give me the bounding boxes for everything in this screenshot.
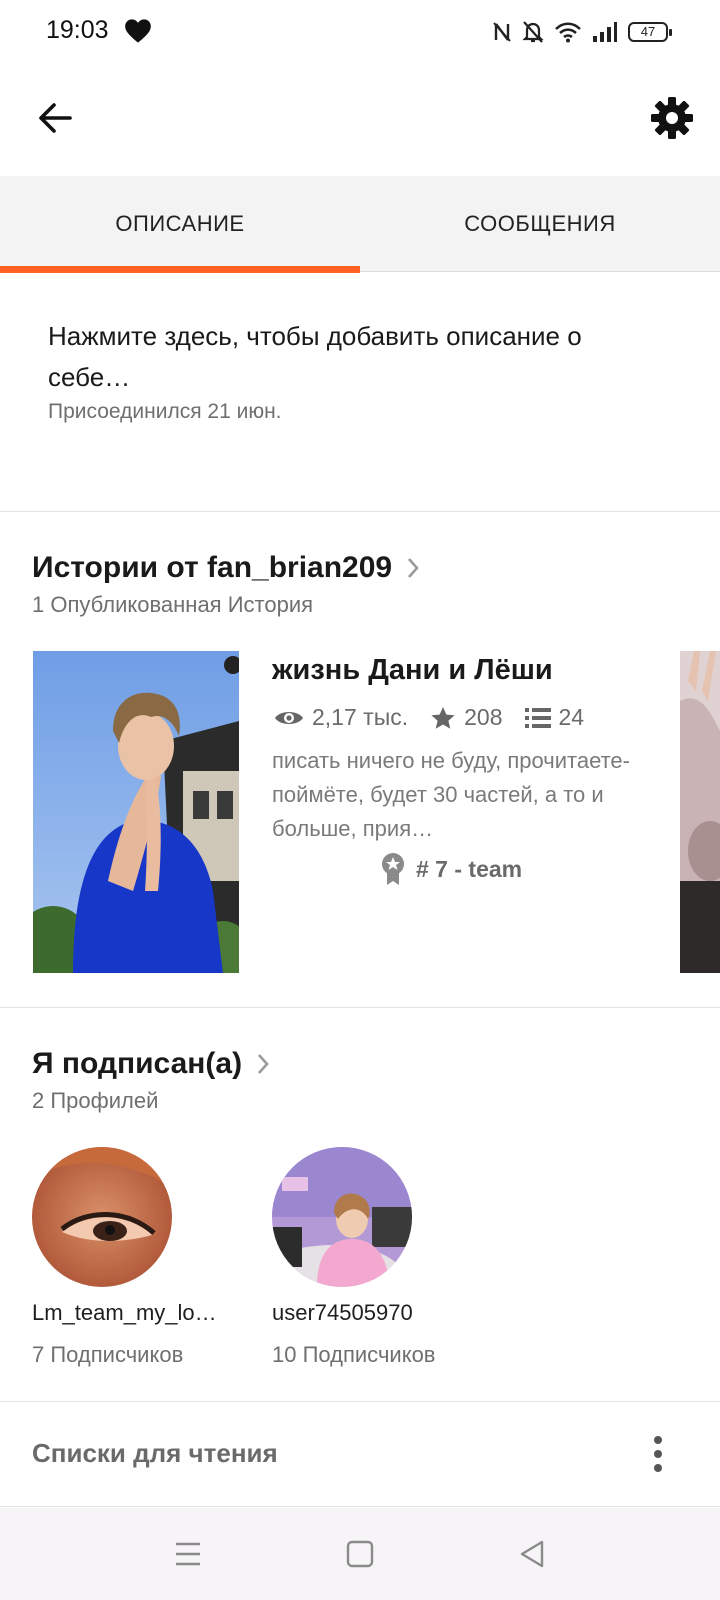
- following-section-header[interactable]: Я подписан(а): [32, 1047, 270, 1081]
- tab-messages[interactable]: СООБЩЕНИЯ: [360, 176, 720, 272]
- status-bar: 19:03 47: [0, 0, 720, 64]
- wifi-icon: [555, 22, 581, 43]
- following-count: 2 Профилей: [32, 1088, 159, 1113]
- profile-name[interactable]: Lm_team_my_lo…: [32, 1300, 232, 1326]
- chevron-right-icon: [408, 558, 419, 578]
- divider: [0, 511, 720, 512]
- story-cover-image[interactable]: [33, 651, 239, 973]
- eye-icon: [275, 711, 303, 724]
- app-header: [0, 64, 720, 176]
- arrow-left-icon[interactable]: [34, 96, 78, 140]
- story-reads-count: 2,17 тыс.: [312, 704, 409, 730]
- status-time: 19:03: [46, 16, 109, 44]
- reading-lists-label: Списки для чтения: [32, 1438, 278, 1468]
- nfc-icon: [493, 22, 511, 42]
- profile-followers: 10 Подписчиков: [272, 1342, 436, 1367]
- reading-lists-row[interactable]: Списки для чтения: [0, 1402, 720, 1506]
- gear-icon[interactable]: [648, 94, 696, 142]
- list-icon: [524, 707, 551, 728]
- back-triangle-icon[interactable]: [510, 1532, 554, 1576]
- award-ribbon-icon: [382, 853, 404, 885]
- avatar[interactable]: [272, 1147, 412, 1287]
- battery-icon: 47: [628, 22, 672, 42]
- chevron-right-icon: [258, 1054, 269, 1074]
- stories-count: 1 Опубликованная История: [32, 592, 314, 617]
- star-icon: [431, 706, 455, 729]
- divider: [0, 1007, 720, 1008]
- story-title[interactable]: жизнь Дани и Лёши: [272, 654, 553, 687]
- story-rank-label: # 7 - team: [416, 855, 523, 882]
- story-votes: 208: [430, 704, 503, 731]
- profile-followers: 7 Подписчиков: [32, 1342, 184, 1367]
- tab-description[interactable]: ОПИСАНИЕ: [0, 176, 360, 273]
- about-section: Нажмите здесь, чтобы добавить описание о…: [0, 272, 720, 512]
- joined-date: Присоединился 21 июн.: [48, 400, 282, 423]
- more-vertical-icon[interactable]: [646, 1432, 670, 1476]
- signal-icon: [593, 22, 617, 42]
- profile-name[interactable]: user74505970: [272, 1300, 472, 1326]
- menu-icon[interactable]: [166, 1532, 210, 1576]
- story-reads: 2,17 тыс.: [274, 704, 408, 731]
- story-rank: # 7 - team: [380, 852, 522, 886]
- story-votes-count: 208: [464, 704, 503, 730]
- avatar[interactable]: [32, 1147, 172, 1287]
- story-parts: 24: [524, 704, 585, 731]
- profile-tabs: ОПИСАНИЕ СООБЩЕНИЯ: [0, 176, 720, 273]
- divider: [0, 1506, 720, 1507]
- story-stats: 2,17 тыс. 208 24: [274, 704, 606, 731]
- stories-section-title: Истории от fan_brian209: [32, 551, 393, 584]
- stories-section-header[interactable]: Истории от fan_brian209: [32, 551, 420, 585]
- story-cover-image-next[interactable]: [680, 651, 720, 973]
- home-square-icon[interactable]: [338, 1532, 382, 1576]
- story-parts-count: 24: [558, 704, 585, 730]
- about-description-placeholder[interactable]: Нажмите здесь, чтобы добавить описание о…: [48, 316, 668, 398]
- following-section-title: Я подписан(а): [32, 1047, 243, 1080]
- bell-off-icon: [522, 21, 544, 43]
- heart-icon: [125, 19, 151, 43]
- system-nav-bar: [0, 1508, 720, 1600]
- story-description: писать ничего не буду, прочитаете-поймёт…: [272, 748, 630, 841]
